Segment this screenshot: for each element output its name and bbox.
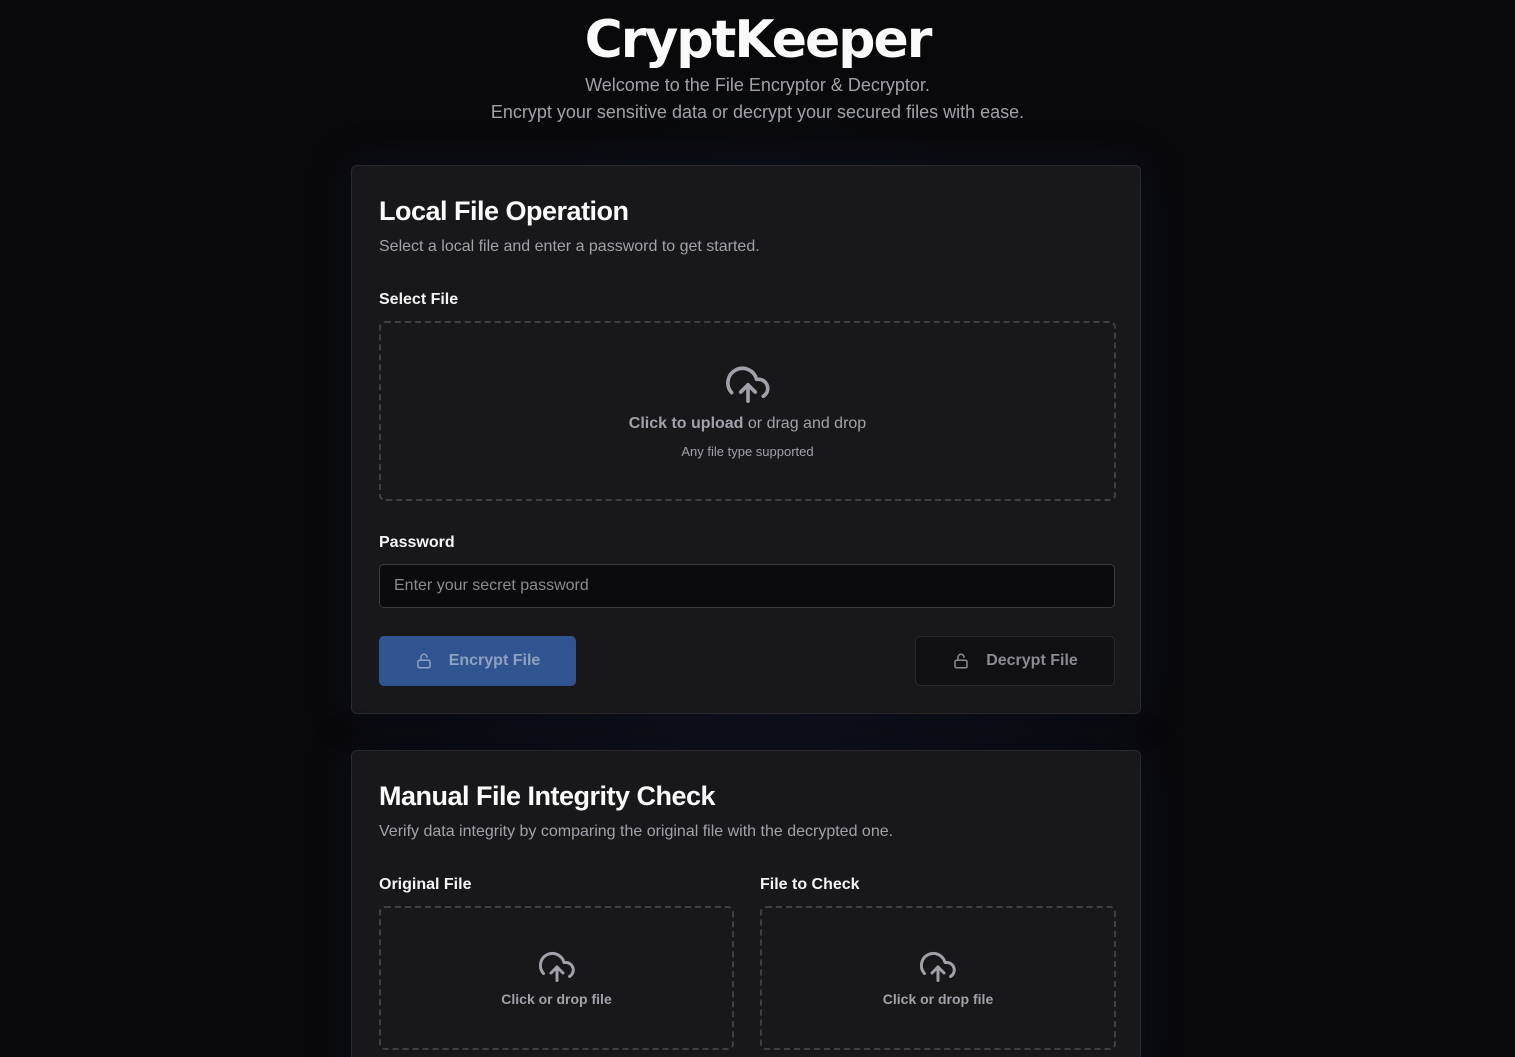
header: CryptKeeper Welcome to the File Encrypto…	[0, 0, 1515, 126]
card-description: Select a local file and enter a password…	[379, 238, 760, 255]
encrypt-button[interactable]: Encrypt File	[379, 636, 576, 686]
password-input[interactable]	[379, 564, 1115, 608]
file-dropzone[interactable]: Click to upload or drag and drop Any fil…	[379, 321, 1116, 501]
cloud-upload-icon	[725, 363, 770, 403]
original-file-dropzone[interactable]: Click or drop file	[379, 906, 734, 1050]
dropzone-subtext: Any file type supported	[681, 444, 814, 459]
subtitle-line-1: Welcome to the File Encryptor & Decrypto…	[585, 75, 930, 95]
password-label: Password	[379, 534, 455, 551]
encrypt-button-label: Encrypt File	[448, 652, 541, 669]
local-file-operation-card: Local File Operation Select a local file…	[351, 165, 1141, 714]
file-to-check-label: File to Check	[760, 876, 860, 893]
dropzone-text: Click to upload or drag and drop	[629, 415, 866, 433]
card-description: Verify data integrity by comparing the o…	[379, 823, 894, 840]
decrypt-button-label: Decrypt File	[986, 652, 1078, 669]
original-file-label: Original File	[379, 876, 472, 893]
check-drop-text: Click or drop file	[882, 991, 994, 1007]
unlock-icon	[952, 652, 970, 670]
file-to-check-dropzone[interactable]: Click or drop file	[760, 906, 1116, 1050]
select-file-label: Select File	[379, 291, 459, 308]
decrypt-button[interactable]: Decrypt File	[915, 636, 1115, 686]
card-title: Manual File Integrity Check	[379, 781, 716, 811]
drag-drop-text: or drag and drop	[743, 415, 867, 432]
cloud-upload-icon	[538, 949, 575, 982]
app-title: CryptKeeper	[584, 10, 933, 70]
click-to-upload-text: Click to upload	[628, 415, 744, 432]
cloud-upload-icon	[920, 949, 956, 982]
card-title: Local File Operation	[379, 196, 629, 226]
page: CryptKeeper Welcome to the File Encrypto…	[0, 0, 1515, 1057]
integrity-check-card: Manual File Integrity Check Verify data …	[351, 750, 1141, 1057]
lock-icon	[415, 652, 433, 670]
subtitle-line-2: Encrypt your sensitive data or decrypt y…	[490, 102, 1025, 122]
original-drop-text: Click or drop file	[501, 991, 612, 1007]
